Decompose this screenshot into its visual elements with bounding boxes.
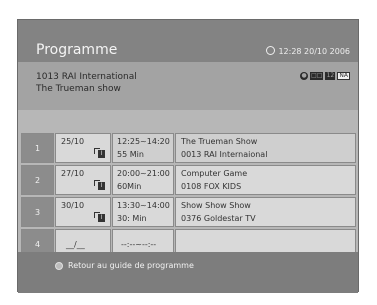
- list-item[interactable]: 2 27/10 I 20:00~21:00 60Min Computer Gam…: [18, 165, 358, 195]
- row-date: 25/10: [61, 137, 85, 146]
- row-index: 2: [21, 165, 54, 195]
- list-item[interactable]: 3 30/10 I 13:30~14:00 30: Min Show Show …: [18, 197, 358, 227]
- footer-hint: Retour au guide de programme: [68, 261, 194, 270]
- current-programme: The Trueman show: [36, 84, 121, 94]
- row-programme-cell: Show Show Show 0376 Goldestar TV: [175, 197, 356, 227]
- back-button-icon[interactable]: [55, 262, 63, 270]
- clock-text: 12:28 20/10 2006: [278, 47, 350, 56]
- subtitle-icon: I: [94, 212, 106, 222]
- row-channel: 0013 RAI Internaional: [181, 150, 268, 159]
- row-programme: The Trueman Show: [181, 137, 258, 146]
- row-programme: Computer Game: [181, 169, 248, 178]
- dolby-badge-icon: □□: [310, 72, 324, 80]
- age-rating-badge: 12: [325, 72, 336, 80]
- row-channel: 0376 Goldestar TV: [181, 214, 256, 223]
- clock-badge-icon: ●: [300, 72, 309, 80]
- current-channel: 1013 RAI International: [36, 72, 137, 82]
- subtitle-icon: I: [94, 148, 106, 158]
- subtitle-icon: I: [94, 180, 106, 190]
- row-date: 30/10: [61, 201, 85, 210]
- row-time-cell: 20:00~21:00 60Min: [112, 165, 174, 195]
- row-date: 27/10: [61, 169, 85, 178]
- row-time: --:--~--:--: [121, 240, 157, 249]
- info-badges: ● □□ 12 NA: [300, 72, 350, 80]
- list-item[interactable]: 1 25/10 I 12:25~14:20 55 Min The Trueman…: [18, 133, 358, 163]
- page-title: Programme: [36, 42, 118, 58]
- row-time: 20:00~21:00: [117, 169, 170, 178]
- current-programme-info: 1013 RAI International The Trueman show …: [18, 62, 358, 110]
- header-bar: Programme 12:28 20/10 2006: [18, 20, 358, 62]
- row-time: 13:30~14:00: [117, 201, 170, 210]
- programme-panel: Programme 12:28 20/10 2006 1013 RAI Inte…: [17, 19, 359, 293]
- row-duration: 60Min: [117, 182, 142, 191]
- row-date: __/__: [66, 240, 85, 249]
- row-time-cell: 12:25~14:20 55 Min: [112, 133, 174, 163]
- row-date-cell: 27/10 I: [55, 165, 111, 195]
- row-index: 1: [21, 133, 54, 163]
- row-programme-cell: Computer Game 0108 FOX KIDS: [175, 165, 356, 195]
- row-programme: Show Show Show: [181, 201, 251, 210]
- footer-bar: Retour au guide de programme: [18, 252, 358, 293]
- clock: 12:28 20/10 2006: [266, 46, 350, 56]
- row-programme-cell: The Trueman Show 0013 RAI Internaional: [175, 133, 356, 163]
- row-date-cell: 30/10 I: [55, 197, 111, 227]
- row-time-cell: 13:30~14:00 30: Min: [112, 197, 174, 227]
- row-index: 3: [21, 197, 54, 227]
- row-date-cell: 25/10 I: [55, 133, 111, 163]
- row-time: 12:25~14:20: [117, 137, 170, 146]
- row-channel: 0108 FOX KIDS: [181, 182, 242, 191]
- clock-icon: [266, 46, 276, 55]
- row-duration: 30: Min: [117, 214, 147, 223]
- na-badge: NA: [337, 72, 350, 80]
- row-duration: 55 Min: [117, 150, 144, 159]
